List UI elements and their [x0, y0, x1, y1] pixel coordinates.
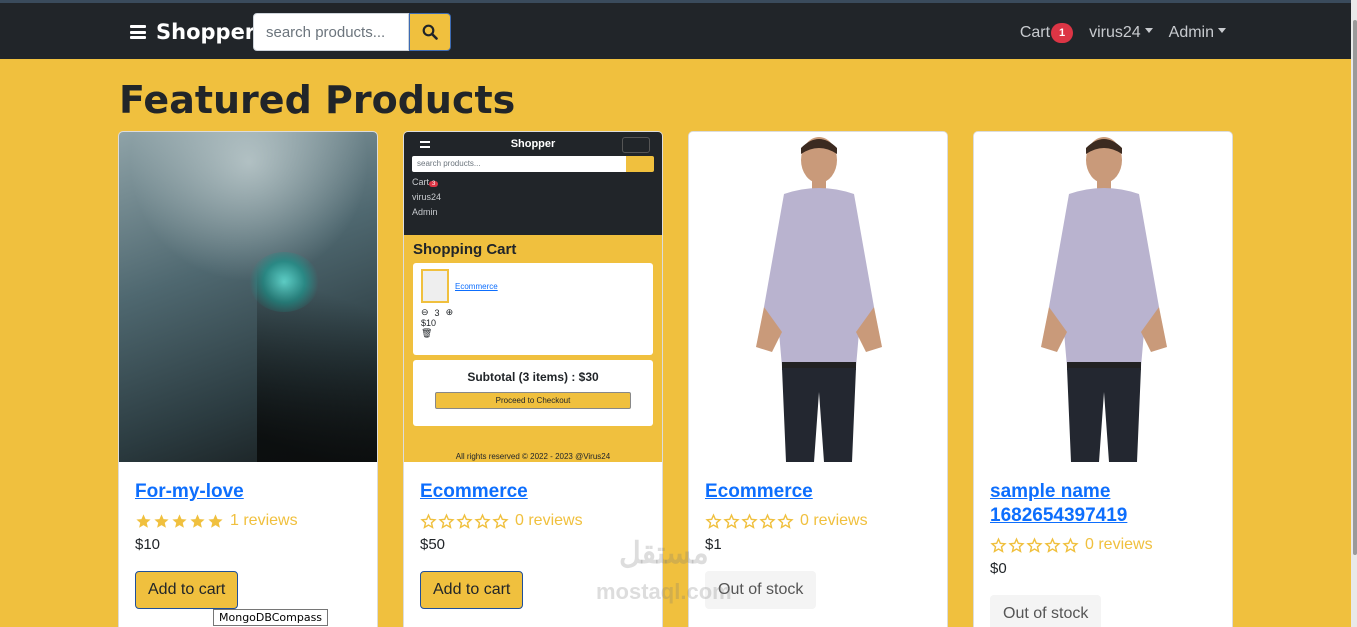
mini-thumb: [421, 269, 449, 303]
product-price: $1: [705, 536, 722, 553]
caret-down-icon: [1218, 28, 1226, 34]
caret-down-icon: [1144, 28, 1153, 34]
minus-icon: ⊖: [421, 307, 429, 317]
star-empty-icon: [759, 512, 776, 529]
top-navbar: Shopper Cart 1 virus24 Admin: [0, 0, 1357, 59]
add-to-cart-button[interactable]: Add to cart: [135, 571, 239, 609]
out-of-stock-button: Out of stock: [990, 595, 1102, 627]
cart-link[interactable]: Cart 1: [1019, 23, 1074, 43]
review-count: 1 reviews: [230, 512, 298, 529]
star-empty-icon: [1026, 536, 1043, 553]
star-empty-icon: [705, 512, 722, 529]
product-title-link[interactable]: sample name 1682654397419: [990, 480, 1216, 528]
product-price: $50: [420, 536, 446, 553]
product-rating: 0 reviews: [705, 512, 931, 530]
star-empty-icon: [723, 512, 740, 529]
star-empty-icon: [474, 512, 491, 529]
star-empty-icon: [1062, 536, 1079, 553]
star-rating: [705, 512, 794, 530]
star-rating: [990, 536, 1079, 554]
star-rating: [420, 512, 509, 530]
mini-footer: All rights reserved © 2022 - 2023 @Virus…: [455, 452, 611, 461]
add-to-cart-button[interactable]: Add to cart: [420, 571, 524, 609]
product-price: $10: [135, 536, 161, 553]
user-dropdown[interactable]: virus24: [1089, 24, 1153, 42]
review-count: 0 reviews: [515, 512, 583, 529]
star-empty-icon: [438, 512, 455, 529]
product-card: For-my-love 1 reviews $10 Add to cart: [118, 131, 378, 627]
product-image[interactable]: [689, 132, 947, 462]
admin-dropdown[interactable]: Admin: [1169, 24, 1226, 42]
shirt-model-image: [756, 137, 882, 462]
search-icon: [422, 24, 438, 40]
mini-item-link: Ecommerce: [455, 281, 498, 291]
search-button[interactable]: [409, 13, 451, 51]
admin-label: Admin: [1168, 24, 1214, 41]
star-empty-icon: [420, 512, 437, 529]
cart-count-badge: 1: [1051, 23, 1074, 43]
star-empty-icon: [492, 512, 509, 529]
mini-toggle-icon: [622, 137, 650, 153]
mini-search-box: search products...: [412, 156, 626, 172]
mini-admin: Admin: [412, 207, 438, 217]
mini-search-icon: [626, 156, 654, 172]
page-title: Featured Products: [119, 78, 516, 122]
product-title-link[interactable]: Ecommerce: [420, 480, 646, 504]
out-of-stock-button: Out of stock: [705, 571, 817, 609]
mini-user: virus24: [412, 192, 442, 202]
brand-name: Shopper: [156, 20, 256, 44]
brand-link[interactable]: Shopper: [130, 20, 255, 44]
star-filled-icon: [172, 513, 187, 528]
star-empty-icon: [990, 536, 1007, 553]
star-empty-icon: [1044, 536, 1061, 553]
product-card: Shopper search products... Cart 3 virus24…: [403, 131, 663, 627]
mini-checkout: Proceed to Checkout: [435, 392, 631, 409]
page-scrollbar[interactable]: [1351, 0, 1357, 627]
menu-icon: [420, 141, 430, 148]
plus-icon: ⊕: [445, 307, 454, 317]
star-filled-icon: [154, 513, 169, 528]
product-title-link[interactable]: For-my-love: [135, 480, 361, 504]
product-card: Ecommerce 0 reviews $1 Out of stock: [688, 131, 948, 627]
star-empty-icon: [777, 512, 794, 529]
product-card: sample name 1682654397419 0 reviews $0 O…: [973, 131, 1233, 627]
nav-links: Cart 1 virus24 Admin: [1020, 23, 1226, 43]
product-title-link[interactable]: Ecommerce: [705, 480, 931, 504]
mini-heading: Shopping Cart: [413, 241, 517, 258]
star-filled-icon: [136, 513, 151, 528]
product-image[interactable]: Shopper search products... Cart 3 virus24…: [404, 132, 662, 462]
star-filled-icon: [190, 513, 205, 528]
product-rating: 1 reviews: [135, 512, 361, 530]
star-empty-icon: [741, 512, 758, 529]
taskbar-tooltip: MongoDBCompass: [213, 609, 329, 626]
review-count: 0 reviews: [800, 512, 868, 529]
search-form: [253, 13, 451, 51]
mini-brand: Shopper: [510, 138, 556, 150]
scrollbar-thumb[interactable]: [1353, 20, 1357, 555]
mini-cart-label: Cart: [412, 177, 430, 187]
mini-cart-badge: 3: [429, 181, 439, 187]
mini-qty: 3: [434, 307, 440, 318]
cart-label: Cart: [1019, 24, 1051, 41]
product-image[interactable]: [974, 132, 1232, 462]
user-label: virus24: [1089, 24, 1141, 41]
shirt-model-image: [1041, 137, 1167, 462]
mini-item-price: $10: [421, 318, 437, 328]
product-image[interactable]: [119, 132, 377, 462]
menu-icon: [130, 25, 146, 39]
trash-icon: 🗑: [421, 328, 433, 338]
mini-subtotal: Subtotal (3 items) : $30: [467, 370, 599, 384]
product-rating: 0 reviews: [420, 512, 646, 530]
search-input[interactable]: [253, 13, 409, 51]
star-filled-icon: [208, 513, 223, 528]
star-rating: [135, 513, 224, 530]
star-empty-icon: [1008, 536, 1025, 553]
review-count: 0 reviews: [1085, 536, 1153, 553]
star-empty-icon: [456, 512, 473, 529]
product-rating: 0 reviews: [990, 536, 1216, 554]
product-price: $0: [990, 560, 1007, 577]
